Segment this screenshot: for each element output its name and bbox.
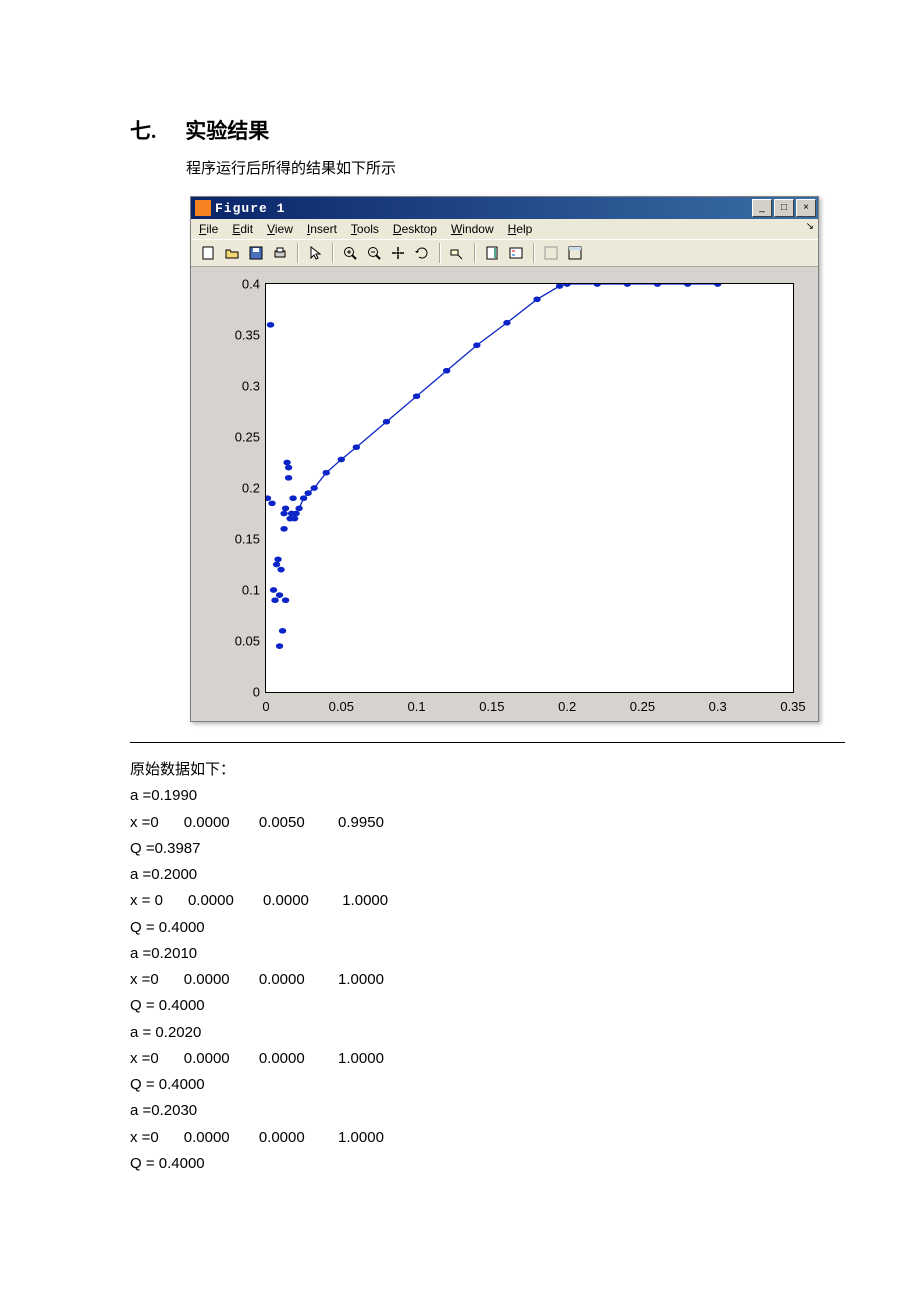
toolbar-separator [332,243,333,263]
x-tick-label: 0.1 [408,699,426,714]
insert-colorbar-icon[interactable] [481,242,503,264]
menu-edit[interactable]: Edit [232,222,253,236]
save-icon[interactable] [245,242,267,264]
x-tick-label: 0.2 [558,699,576,714]
new-file-icon[interactable] [197,242,219,264]
menu-help[interactable]: Help [508,222,533,236]
horizontal-rule [130,742,845,743]
menu-tools[interactable]: Tools [351,222,379,236]
y-tick-label: 0.3 [216,379,260,394]
zoom-in-icon[interactable] [339,242,361,264]
raw-data-line: x =0 0.0000 0.0050 0.9950 [130,810,845,836]
x-tick-label: 0.05 [329,699,354,714]
raw-data-line: Q =0.3987 [130,836,845,862]
raw-data-line: Q = 0.4000 [130,915,845,941]
y-tick-label: 0.1 [216,583,260,598]
menu-view[interactable]: View [267,222,293,236]
x-tick-label: 0.15 [479,699,504,714]
menu-insert[interactable]: Insert [307,222,337,236]
x-tick-label: 0.3 [709,699,727,714]
y-tick-label: 0.25 [216,430,260,445]
toolbar-separator [297,243,298,263]
raw-data-line: x =0 0.0000 0.0000 1.0000 [130,967,845,993]
maximize-button[interactable]: □ [774,199,794,217]
menu-desktop[interactable]: Desktop [393,222,437,236]
menu-window[interactable]: Window [451,222,494,236]
raw-data-line: a =0.1990 [130,783,845,809]
x-tick-label: 0.35 [780,699,805,714]
heading-number: 七. [130,115,180,145]
data-cursor-icon[interactable] [446,242,468,264]
toolbar-toggle-icon[interactable]: ↘ [806,221,814,232]
y-tick-label: 0.2 [216,481,260,496]
raw-data-line: a =0.2030 [130,1098,845,1124]
show-plot-tools-icon[interactable] [564,242,586,264]
insert-legend-icon[interactable] [505,242,527,264]
x-tick-label: 0.25 [630,699,655,714]
raw-data-line: x =0 0.0000 0.0000 1.0000 [130,1125,845,1151]
menu-bar: File Edit View Insert Tools Desktop Wind… [191,219,818,239]
window-title: Figure 1 [215,201,750,216]
chart-svg [266,284,793,692]
toolbar-separator [533,243,534,263]
toolbar-separator [439,243,440,263]
pan-icon[interactable] [387,242,409,264]
title-bar[interactable]: Figure 1 _ □ × [191,197,818,219]
y-tick-label: 0.05 [216,634,260,649]
chart-axes[interactable]: 00.050.10.150.20.250.30.350.400.050.10.1… [265,283,794,693]
menu-file[interactable]: File [199,222,218,236]
hide-plot-tools-icon[interactable] [540,242,562,264]
raw-data-line: Q = 0.4000 [130,1151,845,1177]
matlab-icon [195,200,211,216]
close-button[interactable]: × [796,199,816,217]
minimize-button[interactable]: _ [752,199,772,217]
raw-data-line: x = 0 0.0000 0.0000 1.0000 [130,888,845,914]
raw-data-line: Q = 0.4000 [130,993,845,1019]
x-tick-label: 0 [262,699,269,714]
pointer-icon[interactable] [304,242,326,264]
toolbar-separator [474,243,475,263]
intro-text: 程序运行后所得的结果如下所示 [186,157,845,178]
y-tick-label: 0.35 [216,328,260,343]
open-folder-icon[interactable] [221,242,243,264]
raw-data-line: a =0.2010 [130,941,845,967]
raw-data-line: a = 0.2020 [130,1020,845,1046]
raw-data-output: 原始数据如下：a =0.1990x =0 0.0000 0.0050 0.995… [130,757,845,1177]
figure-window: Figure 1 _ □ × File Edit View Insert Too… [190,196,819,722]
print-icon[interactable] [269,242,291,264]
plot-area: 0 0.05 0.1 0.15 0.2 0.25 0.3 0.35 0.4 0 0.05 0.1 0.1… [191,267,818,721]
toolbar [191,239,818,267]
raw-data-line: x =0 0.0000 0.0000 1.0000 [130,1046,845,1072]
zoom-out-icon[interactable] [363,242,385,264]
raw-data-label: 原始数据如下： [130,757,845,783]
raw-data-line: a =0.2000 [130,862,845,888]
y-tick-label: 0.4 [216,277,260,292]
y-tick-label: 0.15 [216,532,260,547]
section-heading: 七. 实验结果 [130,115,845,145]
heading-title: 实验结果 [185,119,269,143]
raw-data-line: Q = 0.4000 [130,1072,845,1098]
y-tick-label: 0 [216,685,260,700]
rotate-icon[interactable] [411,242,433,264]
